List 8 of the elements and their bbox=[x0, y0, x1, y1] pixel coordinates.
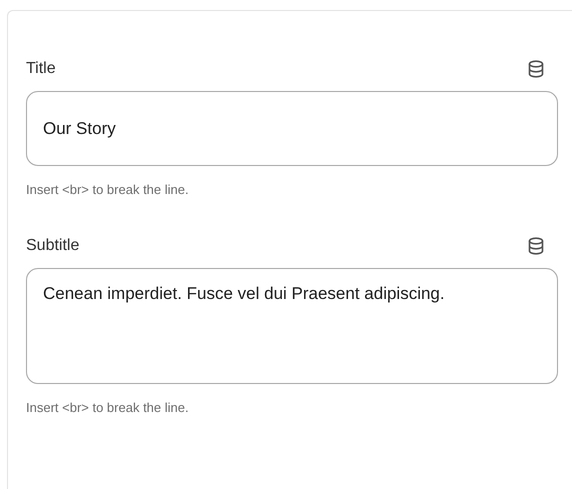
field-label: Subtitle bbox=[26, 237, 80, 255]
help-text: Insert <br> to break the line. bbox=[26, 182, 190, 197]
database-icon[interactable] bbox=[528, 60, 544, 78]
subtitle-textarea[interactable]: Cenean imperdiet. Fusce vel dui Praesent adipiscing. bbox=[26, 268, 558, 384]
title-input[interactable]: Our Story bbox=[26, 91, 558, 166]
help-text: Insert <br> to break the line. bbox=[26, 400, 190, 415]
field-label: Title bbox=[26, 60, 56, 78]
database-icon[interactable] bbox=[528, 237, 544, 255]
